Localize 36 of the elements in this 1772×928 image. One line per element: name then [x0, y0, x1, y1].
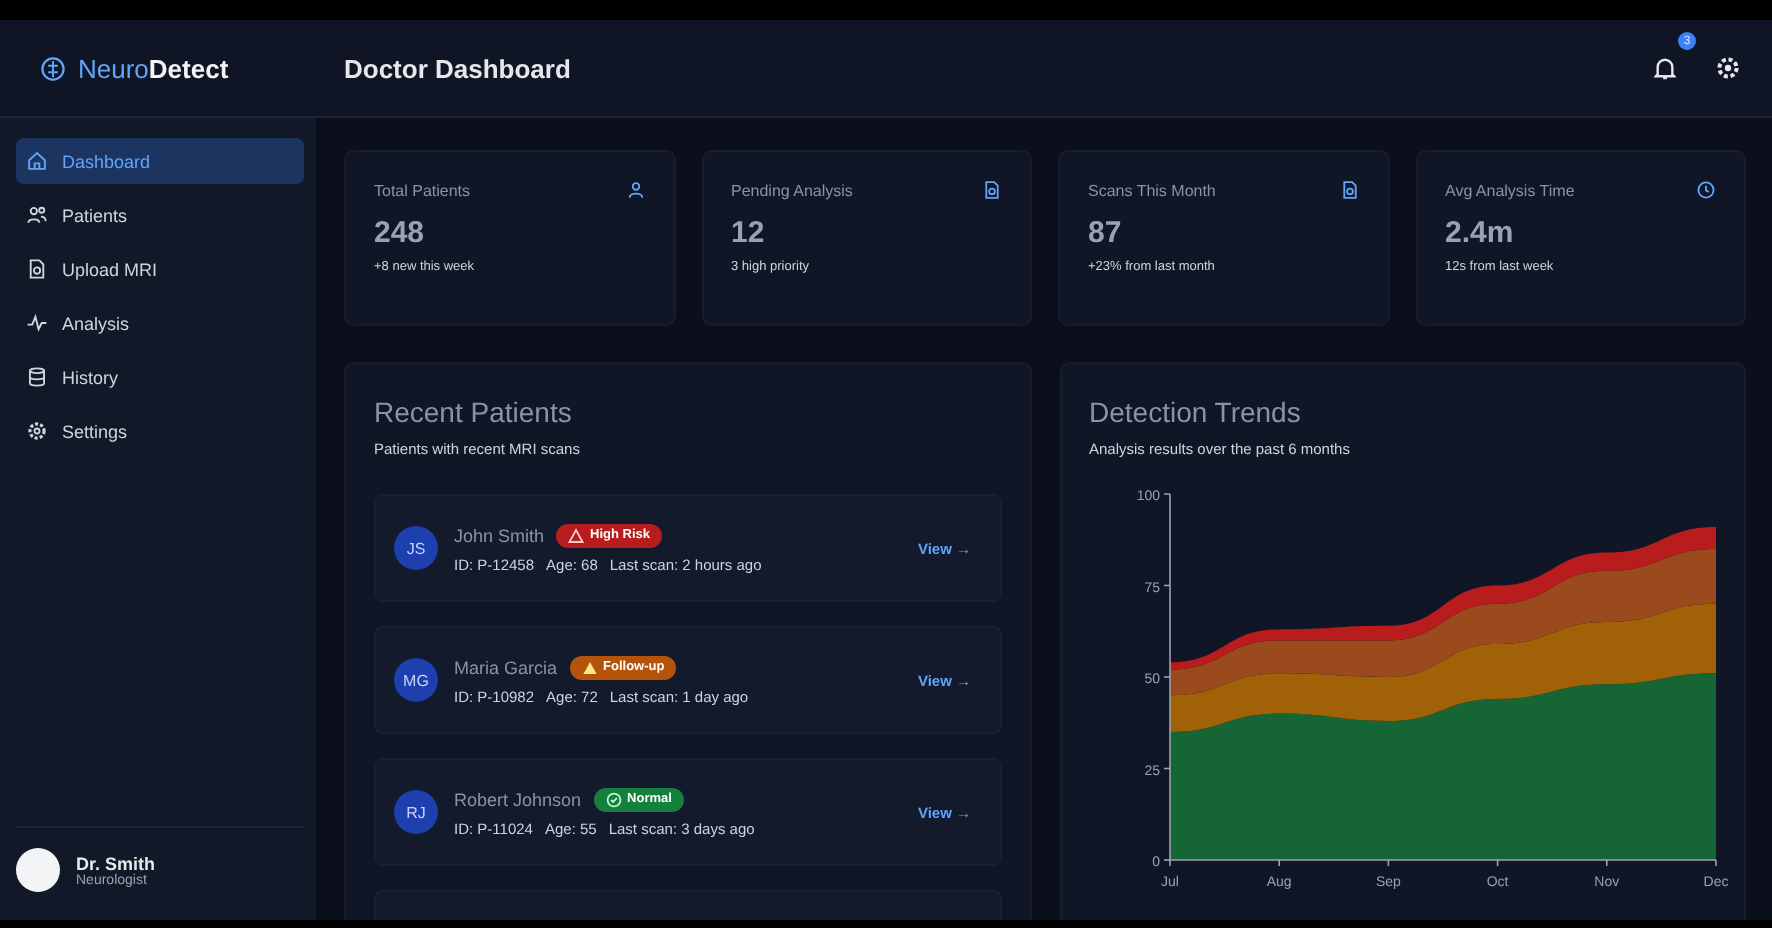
file-icon: [982, 180, 1002, 200]
sidebar-item[interactable]: Analysis: [16, 300, 304, 346]
sidebar-item[interactable]: Settings: [16, 408, 304, 454]
stat-value: 248: [374, 216, 427, 250]
gear-icon: [26, 420, 48, 442]
stat-title: Pending Analysis: [731, 181, 853, 199]
activity-icon: [26, 312, 48, 334]
home-icon: [26, 150, 48, 172]
patient-name: Robert Johnson: [454, 789, 582, 809]
stat-value: 87: [1088, 216, 1124, 250]
user-name: Dr. Smith: [76, 853, 156, 873]
stat-title: Avg Analysis Time: [1445, 181, 1575, 199]
file-icon: [26, 258, 48, 280]
patient-avatar: JS: [394, 526, 438, 570]
file-icon: [1339, 180, 1359, 200]
stat-value: 12: [731, 216, 767, 250]
page-title: Doctor Dashboard: [344, 53, 571, 83]
sidebar-item[interactable]: Upload MRI: [16, 246, 304, 292]
bell-icon: [1654, 56, 1676, 80]
stat-title: Scans This Month: [1088, 181, 1216, 199]
settings-icon: [1716, 56, 1740, 80]
patient-name: Maria Garcia: [454, 657, 558, 677]
patient-avatar: MG: [394, 658, 438, 702]
app-logo-text: NeuroDetect: [78, 53, 229, 83]
database-icon: [26, 366, 48, 388]
patient-name: John Smith: [454, 525, 545, 545]
sidebar-item[interactable]: Dashboard: [16, 138, 304, 184]
panel-title: Detection Trends: [1089, 396, 1303, 428]
stat-value: 2.4m: [1445, 216, 1516, 250]
stat-title: Total Patients: [374, 181, 471, 199]
patient-avatar: RJ: [394, 790, 438, 834]
panel-title: Recent Patients: [374, 396, 574, 428]
clock-icon: [1696, 180, 1716, 200]
user-avatar: [16, 848, 60, 892]
sidebar-item[interactable]: Patients: [16, 192, 304, 238]
sidebar-item[interactable]: History: [16, 354, 304, 400]
